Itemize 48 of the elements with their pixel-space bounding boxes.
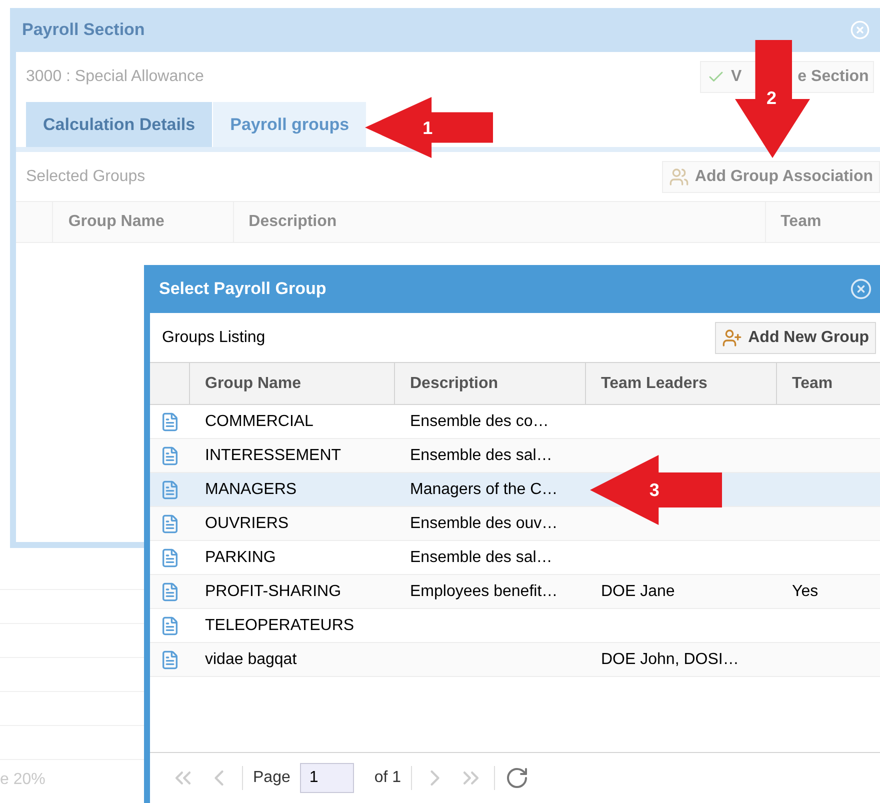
table-cell-text: Managers of the C… (410, 480, 558, 500)
table-cell-text: Ensemble des ouv… (410, 514, 558, 534)
window-title: Payroll Section (22, 19, 145, 42)
page-field[interactable]: 1 (300, 763, 354, 793)
table-cell-text: TELEOPERATEURS (205, 616, 354, 636)
page-count: of 1 (374, 768, 402, 788)
table-cell-text: Employees benefit… (410, 582, 558, 602)
table-cell-text: PROFIT-SHARING (205, 582, 342, 602)
toolbar-title: Selected Groups (26, 166, 146, 186)
table-row[interactable]: INTERESSEMENT Ensemble des sal… (150, 439, 880, 473)
refresh-icon[interactable] (505, 766, 530, 790)
toolbar-title: Groups Listing (162, 328, 266, 348)
table-row[interactable]: PROFIT-SHARING Employees benefit… DOE Jane Yes (150, 575, 880, 609)
table-cell-text: Yes (792, 582, 818, 602)
document-icon (160, 546, 180, 568)
callout-number: 1 (422, 116, 433, 138)
table-row[interactable]: OUVRIERS Ensemble des ouv… (150, 507, 880, 541)
table-cell-text: PARKING (205, 548, 276, 568)
column-header[interactable]: Team (777, 363, 880, 404)
document-icon (160, 580, 180, 602)
document-icon (160, 614, 180, 636)
table-cell-text: vidae bagqat (205, 650, 297, 670)
people-icon (668, 166, 689, 186)
document-icon (160, 648, 180, 670)
table-cell-text: DOE Jane (601, 582, 675, 602)
document-icon (160, 478, 180, 500)
table-cell-text: MANAGERS (205, 480, 297, 500)
table-cell-text: OUVRIERS (205, 514, 289, 534)
document-icon (160, 410, 180, 432)
dialog-title: Select Payroll Group (159, 278, 326, 300)
page-label: Page (253, 768, 290, 788)
table-cell-text: Ensemble des sal… (410, 446, 552, 466)
section-subtitle: 3000 : Special Allowance (26, 67, 204, 87)
table-cell-text: INTERESSEMENT (205, 446, 342, 466)
table-cell-text: Ensemble des co… (410, 412, 549, 432)
user-add-icon (722, 328, 742, 348)
table-cell-text: Ensemble des sal… (410, 548, 552, 568)
table-cell-text: DOE John, DOSI… (601, 650, 739, 670)
document-icon (160, 444, 180, 466)
table-row[interactable]: vidae bagqat DOE John, DOSI… (150, 643, 880, 677)
column-header[interactable]: Group Name (190, 363, 395, 404)
column-header[interactable]: Description (395, 363, 586, 404)
add-new-group-button[interactable]: Add New Group (715, 322, 876, 354)
document-icon (160, 512, 180, 534)
callout-number: 3 (649, 479, 660, 501)
table-cell-text: COMMERCIAL (205, 412, 314, 432)
close-icon[interactable] (850, 278, 872, 300)
column-header[interactable]: Team Leaders (586, 363, 777, 404)
